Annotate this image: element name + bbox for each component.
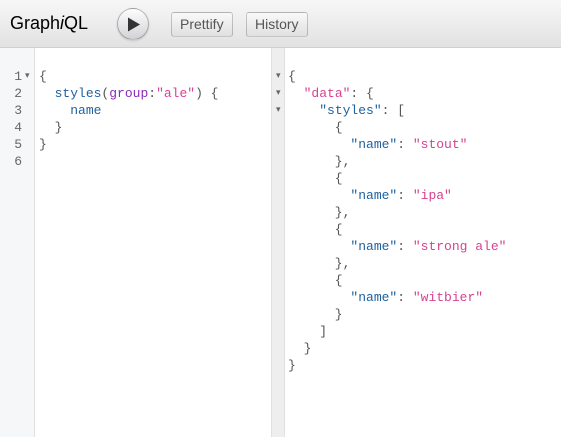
code-line: { bbox=[288, 170, 343, 187]
code-line: "name": "ipa" bbox=[288, 187, 452, 204]
code-line: } bbox=[288, 306, 343, 323]
code-token: } bbox=[288, 307, 343, 322]
line-number: 6 bbox=[14, 154, 22, 169]
code-token: "ipa" bbox=[412, 188, 452, 203]
code-token: group bbox=[109, 86, 149, 101]
code-token: } bbox=[39, 120, 63, 135]
code-token: { bbox=[288, 171, 343, 186]
code-token: { bbox=[288, 69, 296, 84]
code-token: "witbier" bbox=[412, 290, 484, 305]
code-line: { bbox=[288, 272, 343, 289]
query-line-gutter: 1 2 3 4 5 6 ▾ bbox=[0, 48, 35, 437]
fold-arrow-icon[interactable]: ▾ bbox=[25, 68, 30, 85]
execute-button[interactable] bbox=[117, 8, 149, 40]
query-editor[interactable]: { styles(group:"ale") { name }} bbox=[35, 48, 271, 437]
code-line: "name": "strong ale" bbox=[288, 238, 506, 255]
history-button[interactable]: History bbox=[246, 12, 308, 37]
code-token: : bbox=[148, 86, 157, 101]
code-token: "name" bbox=[350, 239, 398, 254]
line-number: 5 bbox=[14, 137, 22, 152]
code-token: ) { bbox=[195, 86, 219, 101]
code-line: "styles": [ bbox=[288, 102, 405, 119]
code-line: "name": "witbier" bbox=[288, 289, 483, 306]
code-token: "strong ale" bbox=[412, 239, 507, 254]
code-line: name bbox=[39, 102, 101, 119]
code-token: : [ bbox=[381, 103, 406, 118]
code-token: "ale" bbox=[156, 86, 196, 101]
app-title: GraphiQL bbox=[10, 13, 88, 34]
code-line: }, bbox=[288, 204, 351, 221]
code-token: }, bbox=[288, 154, 351, 169]
fold-arrow-icon[interactable]: ▾ bbox=[276, 102, 281, 119]
code-line: }, bbox=[288, 255, 351, 272]
code-line: { bbox=[39, 68, 47, 85]
code-token: "name" bbox=[350, 290, 398, 305]
result-viewer: { "data": { "styles": [ { "name": "stout… bbox=[285, 48, 561, 437]
title-suffix: QL bbox=[64, 13, 89, 33]
code-token: } bbox=[288, 341, 312, 356]
code-token: "name" bbox=[350, 137, 398, 152]
result-divider[interactable]: ▾ ▾ ▾ bbox=[271, 48, 285, 437]
code-line: "name": "stout" bbox=[288, 136, 467, 153]
code-line: { bbox=[288, 68, 296, 85]
line-number: 3 bbox=[14, 103, 22, 118]
title-prefix: Graph bbox=[10, 13, 61, 33]
line-number: 2 bbox=[14, 86, 22, 101]
code-token: { bbox=[288, 273, 343, 288]
code-line: "data": { bbox=[288, 85, 374, 102]
code-line: } bbox=[288, 357, 296, 374]
code-token: : bbox=[397, 290, 413, 305]
play-icon bbox=[128, 17, 140, 32]
code-token: : { bbox=[350, 86, 374, 101]
fold-arrow-icon[interactable]: ▾ bbox=[276, 68, 281, 85]
code-line: } bbox=[39, 136, 47, 153]
code-token: } bbox=[39, 137, 47, 152]
line-number: 4 bbox=[14, 120, 22, 135]
code-token: "name" bbox=[350, 188, 398, 203]
prettify-button[interactable]: Prettify bbox=[171, 12, 233, 37]
code-token: } bbox=[288, 358, 296, 373]
fold-arrow-icon[interactable]: ▾ bbox=[276, 85, 281, 102]
code-token: : bbox=[397, 239, 413, 254]
code-line: }, bbox=[288, 153, 351, 170]
code-line: styles(group:"ale") { bbox=[39, 85, 219, 102]
code-line: } bbox=[39, 119, 63, 136]
code-token: ] bbox=[288, 324, 328, 339]
code-token: { bbox=[39, 69, 47, 84]
code-line: { bbox=[288, 221, 343, 238]
code-token: "data" bbox=[303, 86, 351, 101]
line-number: 1 bbox=[14, 69, 22, 84]
toolbar: GraphiQL Prettify History bbox=[0, 0, 561, 48]
code-token: name bbox=[70, 103, 102, 118]
code-line: } bbox=[288, 340, 312, 357]
code-token: "styles" bbox=[319, 103, 382, 118]
code-token: }, bbox=[288, 256, 351, 271]
code-token: : bbox=[397, 188, 413, 203]
code-token: { bbox=[288, 222, 343, 237]
code-line: ] bbox=[288, 323, 327, 340]
code-token: : bbox=[397, 137, 413, 152]
code-token: { bbox=[288, 120, 343, 135]
code-token: }, bbox=[288, 205, 351, 220]
code-token: styles bbox=[54, 86, 102, 101]
code-token: "stout" bbox=[412, 137, 468, 152]
code-line: { bbox=[288, 119, 343, 136]
